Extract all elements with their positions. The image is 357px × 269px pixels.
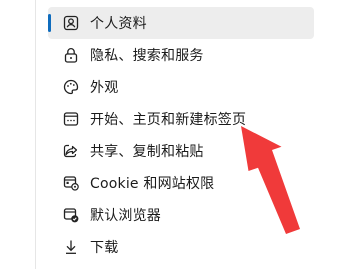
share-icon — [62, 142, 80, 160]
selection-indicator — [48, 14, 51, 32]
default-browser-icon — [62, 206, 80, 224]
appearance-icon — [62, 78, 80, 96]
nav-item-label: 开始、主页和新建标签页 — [90, 112, 247, 128]
nav-item-label: 隐私、搜索和服务 — [90, 48, 204, 64]
nav-item-label: Cookie 和网站权限 — [90, 176, 215, 192]
nav-item-cookies-permissions[interactable]: Cookie 和网站权限 — [48, 167, 314, 199]
nav-item-label: 默认浏览器 — [90, 208, 161, 224]
nav-item-default-browser[interactable]: 默认浏览器 — [48, 199, 314, 231]
nav-item-appearance[interactable]: 外观 — [48, 71, 314, 103]
start-home-icon — [62, 110, 80, 128]
nav-item-label: 外观 — [90, 80, 119, 96]
settings-panel: 个人资料 隐私、搜索和服务 外观 开始、主页和新建标签页 共享、复制和粘贴 Co… — [0, 0, 357, 269]
nav-item-start-home-newtab[interactable]: 开始、主页和新建标签页 — [48, 103, 314, 135]
site-permissions-icon — [62, 174, 80, 192]
lock-icon — [62, 46, 80, 64]
download-icon — [62, 238, 80, 256]
profile-icon — [62, 14, 80, 32]
nav-item-share-copy-paste[interactable]: 共享、复制和粘贴 — [48, 135, 314, 167]
nav-item-downloads[interactable]: 下载 — [48, 231, 314, 263]
nav-item-label: 下载 — [90, 240, 119, 256]
panel-divider — [35, 0, 36, 269]
nav-item-privacy[interactable]: 隐私、搜索和服务 — [48, 39, 314, 71]
nav-item-profile[interactable]: 个人资料 — [48, 7, 314, 39]
nav-item-label: 个人资料 — [90, 16, 147, 32]
nav-item-label: 共享、复制和粘贴 — [90, 144, 204, 160]
settings-nav: 个人资料 隐私、搜索和服务 外观 开始、主页和新建标签页 共享、复制和粘贴 Co… — [48, 7, 314, 263]
